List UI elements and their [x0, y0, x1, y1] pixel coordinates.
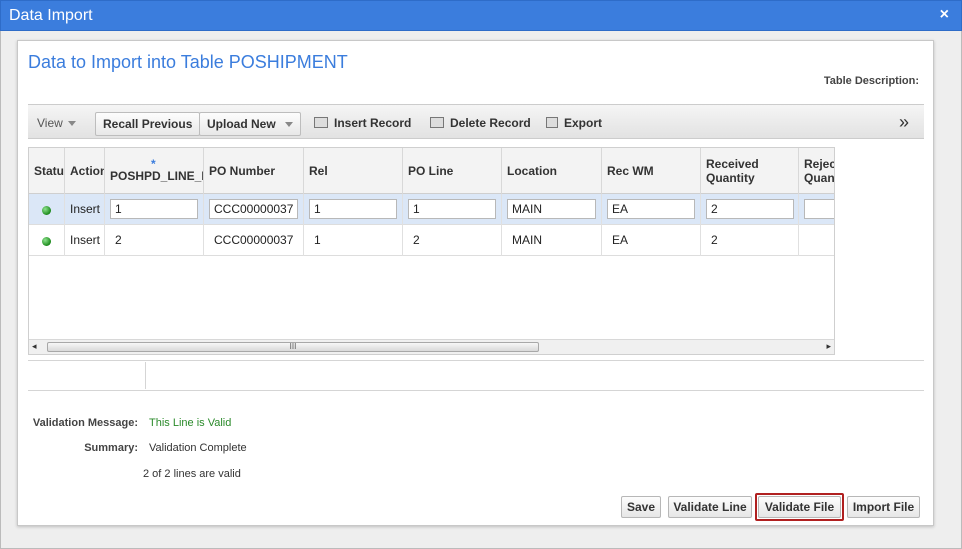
save-button[interactable]: Save: [621, 496, 661, 518]
divider: [28, 390, 924, 391]
table-description-label: Table Description:: [823, 75, 919, 87]
upload-new-menu[interactable]: Upload New: [199, 112, 301, 136]
line-number-input[interactable]: [110, 199, 198, 219]
column-header-rec-wm[interactable]: Rec WM: [602, 148, 701, 194]
rec-wm-input[interactable]: [607, 199, 695, 219]
summary-value: Validation Complete: [149, 442, 247, 454]
rec-wm-cell: EA: [602, 225, 701, 256]
column-header-rejected-quantity[interactable]: Rejected Quantity: [799, 148, 834, 194]
column-header-po-line[interactable]: PO Line: [403, 148, 502, 194]
page-title: Data to Import into Table POSHIPMENT: [28, 52, 348, 72]
column-header-line-number[interactable]: * POSHPD_LINE_NUMBER: [105, 148, 204, 194]
export-icon: [546, 117, 558, 128]
validation-message-value: This Line is Valid: [149, 417, 232, 429]
received-quantity-cell: 2: [701, 225, 799, 256]
close-icon[interactable]: ×: [940, 6, 949, 24]
column-header-received-quantity[interactable]: Received Quantity: [701, 148, 799, 194]
dialog-title: Data Import: [9, 7, 93, 24]
column-header-location[interactable]: Location: [502, 148, 602, 194]
column-header-action[interactable]: Action: [65, 148, 105, 194]
table-row[interactable]: Insert 2 CCC00000037 1 2 MAIN EA 2: [29, 225, 834, 256]
table-row[interactable]: Insert: [29, 194, 834, 225]
horizontal-scrollbar[interactable]: ◂ III ▸: [29, 339, 834, 354]
export-button[interactable]: Export: [546, 112, 602, 136]
validate-line-button[interactable]: Validate Line: [668, 496, 752, 518]
column-header-status[interactable]: Status: [29, 148, 65, 194]
chevron-down-icon: [285, 122, 293, 127]
more-icon[interactable]: »: [899, 112, 909, 136]
lines-valid-count: 2 of 2 lines are valid: [143, 468, 241, 480]
insert-record-label: Insert Record: [334, 116, 412, 130]
delete-record-label: Delete Record: [450, 116, 531, 130]
scroll-right-icon[interactable]: ▸: [826, 341, 831, 352]
line-number-cell: 2: [105, 225, 204, 256]
upload-new-label: Upload New: [207, 117, 276, 131]
po-line-cell: 2: [403, 225, 502, 256]
po-number-cell: CCC00000037: [204, 225, 304, 256]
location-cell: MAIN: [502, 225, 602, 256]
view-menu-label: View: [37, 116, 63, 130]
export-label: Export: [564, 116, 603, 130]
delete-record-icon: [430, 117, 444, 128]
import-panel: Data to Import into Table POSHIPMENT Tab…: [17, 40, 934, 526]
divider: [28, 360, 924, 361]
column-header-rel[interactable]: Rel: [304, 148, 403, 194]
view-menu[interactable]: View: [37, 112, 76, 136]
grid-header: Status Action * POSHPD_LINE_NUMBER PO Nu…: [29, 148, 834, 194]
import-file-button[interactable]: Import File: [847, 496, 920, 518]
rel-cell: 1: [304, 225, 403, 256]
divider: [145, 362, 146, 389]
validation-message-label: Validation Message:: [32, 417, 138, 429]
dialog-title-bar: Data Import ×: [0, 0, 962, 31]
rel-input[interactable]: [309, 199, 397, 219]
scroll-left-icon[interactable]: ◂: [32, 341, 37, 352]
scrollbar-thumb[interactable]: III: [47, 342, 539, 352]
po-number-input[interactable]: [209, 199, 298, 219]
rejected-quantity-input[interactable]: [804, 199, 834, 219]
grid-toolbar: View Recall Previous Upload New Insert R…: [28, 104, 924, 139]
delete-record-button[interactable]: Delete Record: [430, 112, 531, 136]
rejected-quantity-cell: [799, 225, 834, 256]
action-cell: Insert: [65, 225, 105, 256]
insert-record-icon: [314, 117, 328, 128]
column-header-po-number[interactable]: PO Number: [204, 148, 304, 194]
chevron-down-icon: [67, 121, 76, 126]
valid-status-icon: [42, 206, 51, 215]
action-cell: Insert: [65, 194, 105, 225]
validate-file-button[interactable]: Validate File: [758, 496, 841, 518]
insert-record-button[interactable]: Insert Record: [314, 112, 411, 136]
po-line-input[interactable]: [408, 199, 496, 219]
summary-label: Summary:: [84, 442, 138, 454]
valid-status-icon: [42, 237, 51, 246]
recall-previous-button[interactable]: Recall Previous: [95, 112, 201, 136]
location-input[interactable]: [507, 199, 596, 219]
data-grid: Status Action * POSHPD_LINE_NUMBER PO Nu…: [28, 147, 835, 355]
received-quantity-input[interactable]: [706, 199, 794, 219]
